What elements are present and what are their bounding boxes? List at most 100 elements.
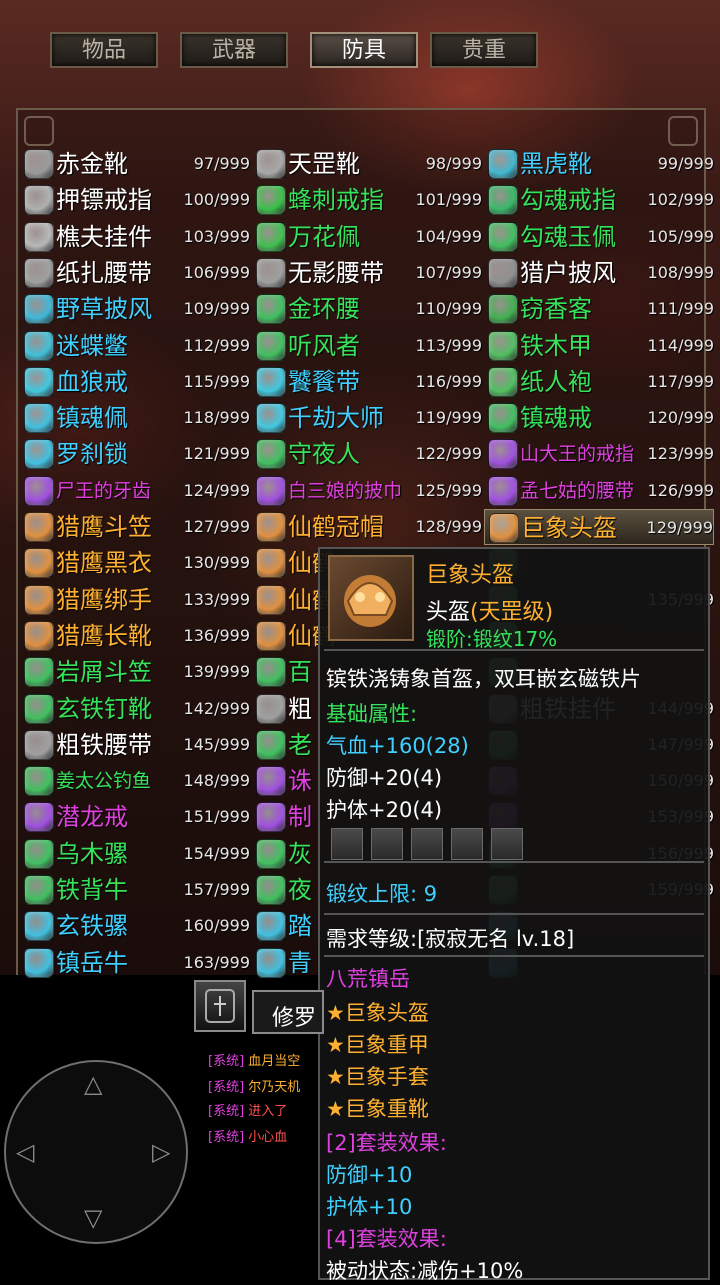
item-icon	[488, 403, 518, 434]
inventory-item[interactable]: 巨象头盔 129/999	[484, 509, 714, 545]
virtual-joystick[interactable]: △ ▽ ◁ ▷	[4, 1060, 188, 1244]
item-name: 诛	[288, 767, 312, 796]
item-name: 猎鹰黑衣	[56, 549, 152, 578]
inventory-item[interactable]: 樵夫挂件 103/999	[20, 219, 250, 255]
forge-limit: 锻纹上限: 9	[326, 882, 438, 906]
inventory-item[interactable]: 猎鹰斗笠 127/999	[20, 509, 250, 545]
inventory-item[interactable]: 乌木骡 154/999	[20, 836, 250, 872]
inventory-item[interactable]: 镇魂戒 120/999	[484, 400, 714, 436]
gem-slot[interactable]	[491, 828, 523, 860]
item-icon	[24, 838, 54, 869]
inventory-item[interactable]: 尸王的牙齿 124/999	[20, 473, 250, 509]
gem-slot[interactable]	[371, 828, 403, 860]
inventory-item[interactable]: 千劫大师 119/999	[252, 400, 482, 436]
tab-1[interactable]: 武器	[180, 32, 288, 68]
item-icon	[256, 947, 286, 978]
inventory-item[interactable]: 蜂刺戒指 101/999	[252, 182, 482, 218]
inventory-item[interactable]: 白三娘的披巾 125/999	[252, 473, 482, 509]
item-name: 姜太公钓鱼	[56, 770, 152, 793]
item-name: 黑虎靴	[520, 150, 592, 178]
inventory-item[interactable]: 猎鹰黑衣 130/999	[20, 545, 250, 581]
item-count: 145/999	[183, 734, 250, 754]
item-icon	[24, 947, 54, 978]
inventory-item[interactable]: 潜龙戒 151/999	[20, 799, 250, 835]
inventory-item[interactable]: 仙鹤冠帽 128/999	[252, 509, 482, 545]
item-name: 粗	[288, 694, 312, 723]
stat-guard: 护体+20(4)	[326, 798, 443, 822]
inventory-item[interactable]: 孟七姑的腰带 126/999	[484, 473, 714, 509]
chat-text: 血月当空	[248, 1054, 301, 1069]
inventory-item[interactable]: 镇魂佩 118/999	[20, 400, 250, 436]
inventory-item[interactable]: 岩屑斗笠 139/999	[20, 654, 250, 690]
item-name: 迷蝶鳖	[56, 331, 128, 360]
item-portrait-frame	[328, 555, 414, 641]
item-count: 151/999	[183, 807, 250, 827]
inventory-item[interactable]: 无影腰带 107/999	[252, 255, 482, 291]
inventory-item[interactable]: 镇岳牛 163/999	[20, 945, 250, 981]
inventory-item[interactable]: 迷蝶鳖 112/999	[20, 328, 250, 364]
item-name: 猎鹰绑手	[56, 585, 152, 614]
inventory-item[interactable]: 粗铁腰带 145/999	[20, 727, 250, 763]
inventory-item[interactable]: 勾魂玉佩 105/999	[484, 219, 714, 255]
item-count: 119/999	[415, 408, 482, 428]
inventory-item[interactable]: 守夜人 122/999	[252, 436, 482, 472]
inventory-item[interactable]: 天罡靴 98/999	[252, 146, 482, 182]
tab-3[interactable]: 贵重	[430, 32, 538, 68]
inventory-item[interactable]: 饕餮带 116/999	[252, 364, 482, 400]
item-count: 126/999	[647, 480, 714, 500]
chat-line: [系统] 小心血	[208, 1126, 287, 1145]
gem-slot[interactable]	[411, 828, 443, 860]
gem-slot[interactable]	[331, 828, 363, 860]
item-name: 尸王的牙齿	[56, 479, 152, 502]
item-icon	[24, 657, 54, 688]
item-icon	[488, 475, 518, 506]
player-portrait-button[interactable]	[194, 980, 246, 1032]
item-count: 139/999	[183, 662, 250, 682]
inventory-item[interactable]: 万花佩 104/999	[252, 219, 482, 255]
item-count: 108/999	[647, 262, 714, 282]
item-grade: (天罡级)	[470, 600, 554, 625]
item-count: 113/999	[415, 335, 482, 355]
item-count: 118/999	[183, 408, 250, 428]
gem-slot[interactable]	[451, 828, 483, 860]
inventory-item[interactable]: 罗刹锁 121/999	[20, 436, 250, 472]
inventory-item[interactable]: 金环腰 110/999	[252, 291, 482, 327]
inventory-item[interactable]: 纸人袍 117/999	[484, 364, 714, 400]
inventory-item[interactable]: 血狼戒 115/999	[20, 364, 250, 400]
item-icon	[256, 766, 286, 797]
inventory-item[interactable]: 押镖戒指 100/999	[20, 182, 250, 218]
inventory-item[interactable]: 赤金靴 97/999	[20, 146, 250, 182]
player-name-box[interactable]: 修罗	[252, 990, 324, 1034]
inventory-item[interactable]: 山大王的戒指 123/999	[484, 436, 714, 472]
item-name: 勾魂戒指	[520, 186, 616, 215]
inventory-item[interactable]: 窃香客 111/999	[484, 291, 714, 327]
item-icon	[256, 693, 286, 724]
inventory-item[interactable]: 玄铁骡 160/999	[20, 908, 250, 944]
item-icon	[24, 294, 54, 325]
inventory-item[interactable]: 猎户披风 108/999	[484, 255, 714, 291]
item-icon	[24, 729, 54, 760]
inventory-item[interactable]: 铁木甲 114/999	[484, 328, 714, 364]
item-count: 112/999	[183, 335, 250, 355]
item-count: 115/999	[183, 371, 250, 391]
inventory-item[interactable]: 玄铁钉靴 142/999	[20, 691, 250, 727]
item-name: 蜂刺戒指	[288, 186, 384, 215]
inventory-item[interactable]: 野草披风 109/999	[20, 291, 250, 327]
tab-2[interactable]: 防具	[310, 32, 418, 68]
inventory-item[interactable]: 勾魂戒指 102/999	[484, 182, 714, 218]
item-icon	[488, 294, 518, 325]
inventory-item[interactable]: 纸扎腰带 106/999	[20, 255, 250, 291]
item-count: 133/999	[183, 589, 250, 609]
item-icon	[256, 475, 286, 506]
item-icon	[256, 512, 286, 542]
arrow-up-icon: △	[84, 1070, 103, 1098]
inventory-item[interactable]: 猎鹰绑手 133/999	[20, 582, 250, 618]
inventory-item[interactable]: 黑虎靴 99/999	[484, 146, 714, 182]
tab-0[interactable]: 物品	[50, 32, 158, 68]
inventory-item[interactable]: 听风者 113/999	[252, 328, 482, 364]
inventory-item[interactable]: 铁背牛 157/999	[20, 872, 250, 908]
inventory-item[interactable]: 姜太公钓鱼 148/999	[20, 763, 250, 799]
inventory-item[interactable]: 猎鹰长靴 136/999	[20, 618, 250, 654]
item-icon	[256, 366, 286, 397]
item-count: 124/999	[183, 480, 250, 500]
